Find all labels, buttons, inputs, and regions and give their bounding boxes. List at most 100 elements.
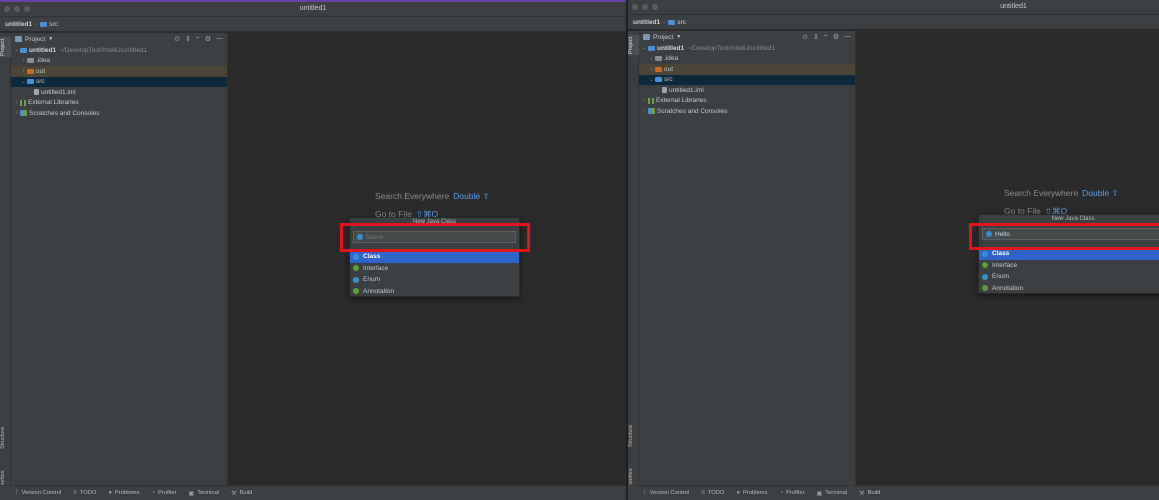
status-todo[interactable]: ≡ TODO [73, 490, 96, 496]
kind-item-enum[interactable]: Enum [979, 271, 1159, 283]
collapse-all-icon[interactable]: ÷ [196, 35, 200, 43]
kind-item-annotation[interactable]: Annotation [350, 286, 519, 298]
chevron-right-icon[interactable]: › [13, 100, 20, 106]
breadcrumb: untitled1 › src [0, 17, 626, 32]
interface-icon [353, 265, 359, 272]
breadcrumb-folder[interactable]: src [677, 19, 686, 26]
expand-all-icon[interactable]: ⇕ [813, 33, 819, 41]
chevron-right-icon[interactable]: › [13, 110, 20, 116]
expand-all-icon[interactable]: ⇕ [185, 35, 191, 43]
chevron-down-icon[interactable]: ⌄ [20, 79, 27, 85]
tool-tab-project[interactable]: Project [628, 35, 639, 55]
folder-icon [27, 79, 34, 85]
status-build[interactable]: ⚒ Build [859, 490, 880, 497]
hammer-icon: ⚒ [231, 490, 237, 497]
breadcrumb-folder[interactable]: src [49, 21, 58, 28]
chevron-down-icon[interactable]: ⌄ [13, 47, 20, 53]
tree-item-idea[interactable]: › .idea [639, 54, 855, 65]
tree-item-idea[interactable]: › .idea [11, 56, 227, 67]
kind-item-interface[interactable]: Interface [979, 260, 1159, 272]
breadcrumb-separator: › [663, 18, 666, 26]
status-terminal[interactable]: ▣ Terminal [189, 490, 220, 497]
annotation-icon [353, 288, 359, 295]
tree-label: untitled1 [29, 46, 57, 54]
gear-icon[interactable]: ⚙ [205, 35, 211, 43]
kind-item-class[interactable]: Class [350, 251, 519, 263]
kind-item-enum[interactable]: Enum [350, 274, 519, 286]
locate-icon[interactable]: ⊙ [174, 35, 180, 43]
class-icon [982, 250, 988, 257]
tree-item-src[interactable]: ⌄ src [639, 74, 855, 85]
kind-item-annotation[interactable]: Annotation [979, 283, 1159, 295]
tree-label: untitled1 [657, 44, 685, 52]
scratches-icon [20, 110, 27, 117]
status-version-control[interactable]: ᚴ Version Control [15, 490, 61, 496]
tree-item-scratches[interactable]: › Scratches and Consoles [639, 106, 855, 117]
chevron-right-icon[interactable]: › [648, 66, 655, 72]
tree-label: src [664, 76, 673, 84]
hide-panel-icon[interactable]: — [216, 35, 223, 43]
chevron-right-icon[interactable]: › [20, 68, 27, 74]
status-profiler[interactable]: ◔ Profiler [780, 490, 805, 496]
status-problems[interactable]: ● Problems [736, 490, 767, 496]
folder-icon [655, 66, 662, 72]
project-view-selector[interactable]: Project [653, 34, 673, 41]
chevron-right-icon[interactable]: › [648, 56, 655, 62]
tree-label: Scratches and Consoles [29, 109, 100, 117]
tool-tab-project[interactable]: Project [0, 37, 11, 57]
breadcrumb-project[interactable]: untitled1 [5, 21, 32, 28]
project-panel-header[interactable]: Project ▼ ⊙ ⇕ ÷ ⚙ — [639, 31, 855, 43]
tree-item-iml[interactable]: untitled1.iml [639, 85, 855, 96]
chevron-down-icon[interactable]: ⌄ [648, 77, 655, 83]
chevron-down-icon[interactable]: ⌄ [641, 45, 648, 51]
window-controls [632, 4, 658, 10]
tree-item-out[interactable]: › out [639, 64, 855, 75]
close-window-button[interactable] [632, 4, 638, 10]
info-icon: ● [108, 490, 113, 496]
breadcrumb: untitled1 › src [628, 15, 1159, 30]
kind-item-interface[interactable]: Interface [350, 263, 519, 275]
tree-item-out[interactable]: › out [11, 66, 227, 77]
folder-icon [655, 56, 662, 62]
status-label: Build [867, 490, 881, 496]
ide-window-left: untitled1 untitled1 › src Project Struct… [0, 0, 626, 500]
hide-panel-icon[interactable]: — [844, 33, 851, 41]
breadcrumb-project[interactable]: untitled1 [633, 19, 660, 26]
minimize-window-button[interactable] [642, 4, 648, 10]
tree-item-external-libraries[interactable]: › External Libraries [11, 98, 227, 109]
status-label: Build [239, 490, 253, 496]
folder-icon [40, 21, 48, 27]
locate-icon[interactable]: ⊙ [802, 33, 808, 41]
gear-icon[interactable]: ⚙ [833, 33, 839, 41]
status-build[interactable]: ⚒ Build [231, 490, 252, 497]
chevron-right-icon[interactable]: › [641, 108, 648, 114]
kind-label: Enum [992, 273, 1009, 281]
status-version-control[interactable]: ᚴ Version Control [643, 490, 689, 496]
tree-item-root[interactable]: ⌄ untitled1 ~/DevelopTool/IntelliJ/untit… [639, 43, 855, 54]
info-icon: ● [736, 490, 741, 496]
folder-icon [27, 68, 34, 74]
tree-item-root[interactable]: ⌄ untitled1 ~/DevelopTool/IntelliJ/untit… [11, 45, 227, 56]
status-problems[interactable]: ● Problems [108, 490, 139, 496]
project-panel-header[interactable]: Project ▼ ⊙ ⇕ ÷ ⚙ — [11, 33, 227, 45]
tool-tab-structure[interactable]: Structure [628, 423, 639, 449]
tool-tab-structure[interactable]: Structure [0, 425, 11, 451]
status-terminal[interactable]: ▣ Terminal [817, 490, 848, 497]
project-panel: Project ▼ ⊙ ⇕ ÷ ⚙ — ⌄ untitled1 ~/Develo… [11, 33, 228, 485]
status-profiler[interactable]: ◔ Profiler [152, 490, 177, 496]
project-view-selector[interactable]: Project [25, 36, 45, 43]
collapse-all-icon[interactable]: ÷ [824, 33, 828, 41]
status-todo[interactable]: ≡ TODO [701, 490, 724, 496]
hint-shortcut: Double ⇧ [453, 191, 490, 201]
tree-item-iml[interactable]: untitled1.iml [11, 87, 227, 98]
tree-item-external-libraries[interactable]: › External Libraries [639, 96, 855, 107]
chevron-right-icon[interactable]: › [641, 98, 648, 104]
tree-item-scratches[interactable]: › Scratches and Consoles [11, 108, 227, 119]
window-title: untitled1 [1000, 3, 1027, 10]
zoom-window-button[interactable] [652, 4, 658, 10]
hint-label: Search Everywhere [375, 191, 450, 201]
kind-label: Class [363, 253, 381, 261]
tree-item-src[interactable]: ⌄ src [11, 76, 227, 87]
chevron-right-icon[interactable]: › [20, 58, 27, 64]
terminal-icon: ▣ [188, 490, 195, 497]
